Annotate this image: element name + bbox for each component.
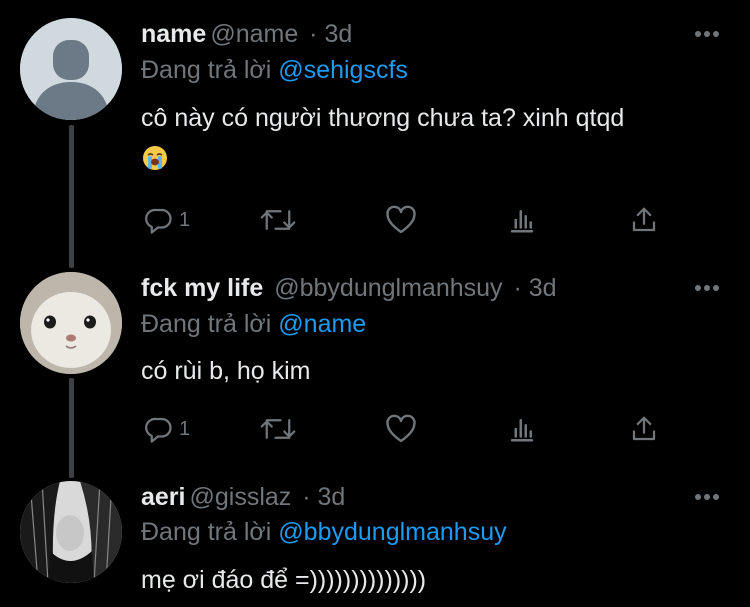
replying-to: Đang trả lời @name xyxy=(141,310,366,339)
avatar[interactable] xyxy=(20,18,122,120)
display-name[interactable]: name xyxy=(141,20,206,48)
user-handle[interactable]: @bbydunglmanhsuy xyxy=(274,274,502,302)
more-options-button[interactable] xyxy=(694,284,720,292)
tweet-text: cô này có người thương chưa ta? xinh qtq… xyxy=(141,104,625,132)
reply-count: 1 xyxy=(179,208,191,231)
more-icon xyxy=(695,285,719,291)
more-icon xyxy=(695,31,719,37)
more-icon xyxy=(695,494,719,500)
share-button[interactable] xyxy=(629,203,659,237)
timestamp[interactable]: 3d xyxy=(529,274,557,302)
share-icon xyxy=(632,416,656,441)
heart-icon xyxy=(386,205,416,234)
replying-prefix: Đang trả lời xyxy=(141,518,272,546)
avatar[interactable] xyxy=(20,272,122,374)
reply-button[interactable]: 1 xyxy=(143,203,190,237)
tweet-text: có rùi b, họ kim xyxy=(141,357,311,385)
separator-dot: · xyxy=(506,274,529,302)
like-button[interactable] xyxy=(385,203,417,237)
thread-connector xyxy=(69,125,74,268)
share-button[interactable] xyxy=(629,412,659,446)
replying-prefix: Đang trả lời xyxy=(141,310,272,338)
tweet-header: aeri @gisslaz · 3d xyxy=(141,483,345,512)
tweet-text: mẹ ơi đáo để =)))))))))))))) xyxy=(141,566,427,594)
tweet-actions: 1 xyxy=(141,203,661,237)
thread-connector xyxy=(69,378,74,478)
separator-dot: · xyxy=(302,20,325,48)
user-handle[interactable]: @name xyxy=(210,20,298,48)
separator-dot: · xyxy=(295,483,318,511)
timestamp[interactable]: 3d xyxy=(324,20,352,48)
replying-to: Đang trả lời @sehigscfs xyxy=(141,56,408,85)
retweet-icon xyxy=(260,419,296,439)
mention-link[interactable]: @bbydunglmanhsuy xyxy=(278,518,506,546)
more-options-button[interactable] xyxy=(694,493,720,501)
display-name[interactable]: aeri xyxy=(141,483,185,511)
share-icon xyxy=(632,207,656,232)
reply-button[interactable]: 1 xyxy=(143,412,190,446)
retweet-icon xyxy=(260,210,296,230)
reply-icon xyxy=(145,208,172,234)
like-button[interactable] xyxy=(385,412,417,446)
tweet-actions: 1 xyxy=(141,412,661,446)
timestamp[interactable]: 3d xyxy=(318,483,346,511)
analytics-icon xyxy=(510,419,534,442)
mention-link[interactable]: @sehigscfs xyxy=(278,56,408,84)
display-name[interactable]: fck my life xyxy=(141,274,263,302)
avatar[interactable] xyxy=(20,481,122,583)
cat-avatar-icon xyxy=(20,272,122,374)
loudly-crying-face-icon xyxy=(142,145,168,171)
analytics-icon xyxy=(510,210,534,233)
reply-icon xyxy=(145,417,172,443)
more-options-button[interactable] xyxy=(694,30,720,38)
retweet-button[interactable] xyxy=(259,412,297,446)
replying-prefix: Đang trả lời xyxy=(141,56,272,84)
tweet-header: name @name · 3d xyxy=(141,20,352,49)
retweet-button[interactable] xyxy=(259,203,297,237)
analytics-button[interactable] xyxy=(507,412,537,446)
dark-hair-avatar-icon xyxy=(20,481,122,583)
analytics-button[interactable] xyxy=(507,203,537,237)
user-handle[interactable]: @gisslaz xyxy=(189,483,291,511)
reply-count: 1 xyxy=(179,417,191,440)
replying-to: Đang trả lời @bbydunglmanhsuy xyxy=(141,518,507,547)
heart-icon xyxy=(386,414,416,443)
mention-link[interactable]: @name xyxy=(278,310,366,338)
tweet-header: fck my life @bbydunglmanhsuy · 3d xyxy=(141,274,557,303)
default-avatar-icon xyxy=(20,18,122,120)
